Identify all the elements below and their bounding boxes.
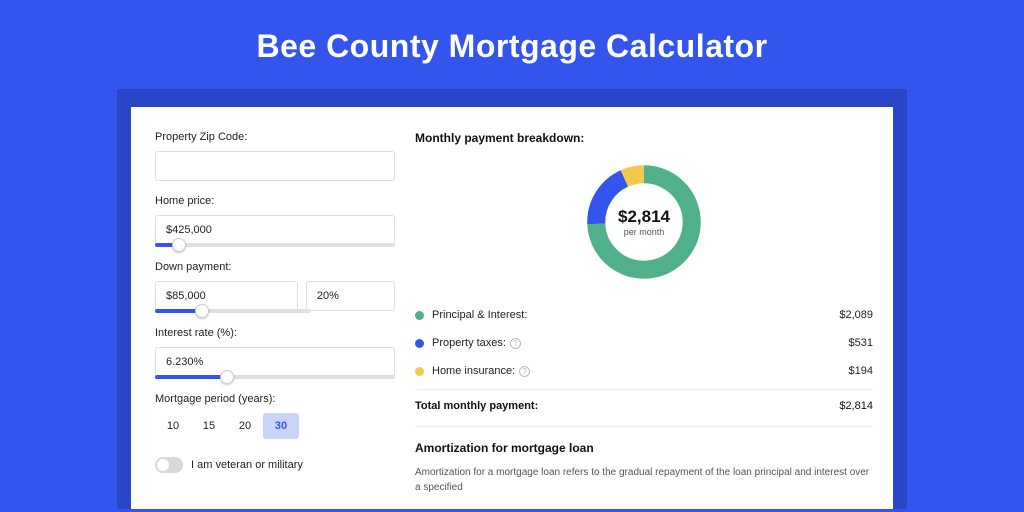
info-icon[interactable]: ?	[519, 366, 530, 377]
dot-icon	[415, 311, 424, 320]
zip-input[interactable]	[155, 151, 395, 181]
dot-icon	[415, 367, 424, 376]
zip-field: Property Zip Code:	[155, 131, 395, 181]
home-price-input[interactable]	[155, 215, 395, 245]
amortization-text: Amortization for a mortgage loan refers …	[415, 465, 873, 495]
down-payment-input[interactable]	[155, 281, 298, 311]
interest-rate-label: Interest rate (%):	[155, 327, 395, 339]
slider-thumb[interactable]	[195, 304, 209, 318]
breakdown-panel: Monthly payment breakdown: $2,814 per mo…	[415, 131, 873, 509]
info-icon[interactable]: ?	[510, 338, 521, 349]
veteran-toggle[interactable]	[155, 457, 183, 473]
interest-rate-slider[interactable]	[155, 375, 395, 379]
down-payment-field: Down payment:	[155, 261, 395, 313]
period-10-button[interactable]: 10	[155, 413, 191, 439]
period-30-button[interactable]: 30	[263, 413, 299, 439]
interest-rate-input[interactable]	[155, 347, 395, 377]
donut-sub: per month	[624, 227, 665, 237]
legend-ins-row: Home insurance: ? $194	[415, 357, 873, 385]
period-buttons: 10 15 20 30	[155, 413, 395, 439]
amortization-section: Amortization for mortgage loan Amortizat…	[415, 426, 873, 495]
slider-thumb[interactable]	[172, 238, 186, 252]
dot-icon	[415, 339, 424, 348]
interest-rate-field: Interest rate (%):	[155, 327, 395, 379]
legend-ins-value: $194	[849, 365, 873, 377]
period-15-button[interactable]: 15	[191, 413, 227, 439]
legend-tax-value: $531	[849, 337, 873, 349]
calculator-card: Property Zip Code: Home price: Down paym…	[131, 107, 893, 509]
legend-ins-label: Home insurance: ?	[432, 365, 849, 377]
legend-pi-value: $2,089	[839, 309, 873, 321]
home-price-label: Home price:	[155, 195, 395, 207]
donut-center: $2,814 per month	[581, 159, 707, 285]
total-label: Total monthly payment:	[415, 400, 538, 412]
amortization-title: Amortization for mortgage loan	[415, 441, 873, 455]
veteran-label: I am veteran or military	[191, 459, 303, 471]
period-field: Mortgage period (years): 10 15 20 30	[155, 393, 395, 439]
down-payment-slider[interactable]	[155, 309, 311, 313]
donut-chart: $2,814 per month	[581, 159, 707, 285]
form-panel: Property Zip Code: Home price: Down paym…	[155, 131, 395, 509]
donut-wrap: $2,814 per month	[415, 159, 873, 285]
page-title: Bee County Mortgage Calculator	[0, 0, 1024, 89]
donut-amount: $2,814	[618, 207, 670, 227]
period-20-button[interactable]: 20	[227, 413, 263, 439]
slider-thumb[interactable]	[220, 370, 234, 384]
legend-pi-row: Principal & Interest: $2,089	[415, 301, 873, 329]
legend-tax-label: Property taxes: ?	[432, 337, 849, 349]
veteran-row: I am veteran or military	[155, 457, 395, 473]
down-payment-pct-input[interactable]	[306, 281, 395, 311]
calculator-frame: Property Zip Code: Home price: Down paym…	[117, 89, 907, 509]
period-label: Mortgage period (years):	[155, 393, 395, 405]
breakdown-title: Monthly payment breakdown:	[415, 131, 873, 145]
legend-tax-row: Property taxes: ? $531	[415, 329, 873, 357]
total-row: Total monthly payment: $2,814	[415, 389, 873, 426]
zip-label: Property Zip Code:	[155, 131, 395, 143]
total-value: $2,814	[839, 400, 873, 412]
legend-pi-label: Principal & Interest:	[432, 309, 839, 321]
home-price-field: Home price:	[155, 195, 395, 247]
down-payment-label: Down payment:	[155, 261, 395, 273]
home-price-slider[interactable]	[155, 243, 395, 247]
